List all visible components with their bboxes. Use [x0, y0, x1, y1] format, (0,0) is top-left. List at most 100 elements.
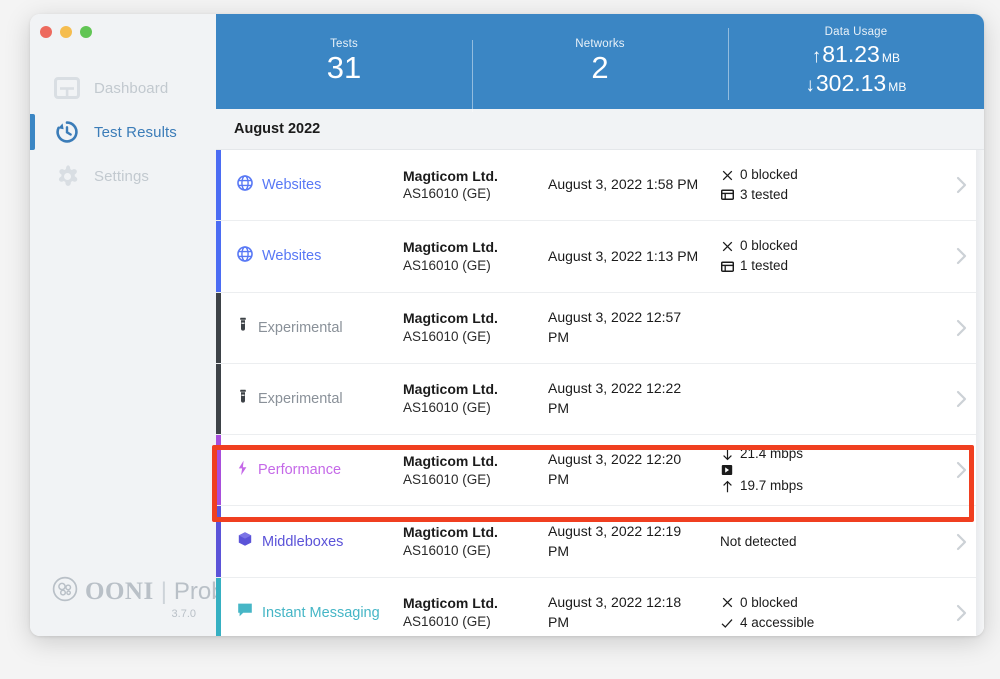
- cube-icon: [237, 531, 253, 552]
- minimize-button[interactable]: [60, 26, 72, 38]
- web-page-icon: [720, 189, 734, 201]
- dashboard-icon: [52, 73, 82, 103]
- result-meta-line: 4 accessible: [720, 613, 938, 633]
- brand-separator: |: [160, 577, 167, 605]
- check-icon: [720, 618, 734, 629]
- result-type-label: Experimental: [258, 319, 343, 336]
- network-asn: AS16010 (GE): [403, 329, 491, 345]
- globe-icon: [237, 174, 253, 196]
- table-row[interactable]: Experimental Magticom Ltd. AS16010 (GE) …: [216, 292, 984, 364]
- result-type: Experimental: [221, 317, 403, 338]
- result-meta-line: 0 blocked: [720, 236, 938, 256]
- upload-arrow-icon: [720, 480, 734, 493]
- download-arrow-icon: ↓: [805, 74, 815, 96]
- network-name: Magticom Ltd.: [403, 595, 498, 612]
- result-meta-line: 19.7 mbps: [720, 476, 938, 496]
- result-meta-line: 0 blocked: [720, 593, 938, 613]
- result-network: Magticom Ltd. AS16010 (GE): [403, 309, 548, 346]
- result-network: Magticom Ltd. AS16010 (GE): [403, 238, 548, 275]
- meta-text: Not detected: [720, 533, 797, 549]
- meta-text: 0 blocked: [740, 238, 798, 254]
- stat-value: 2: [591, 50, 609, 86]
- network-asn: AS16010 (GE): [403, 257, 491, 273]
- stat-data-usage: Data Usage ↑ 81.23 MB ↓ 302.13 MB: [728, 22, 984, 101]
- brand-name: OONI: [85, 577, 154, 605]
- sidebar: Dashboard Test Results Settings OONI | P…: [30, 14, 238, 636]
- result-network: Magticom Ltd. AS16010 (GE): [403, 167, 548, 204]
- globe-icon: [237, 246, 253, 267]
- result-meta-line: Not detected: [720, 532, 938, 552]
- network-name: Magticom Ltd.: [403, 167, 498, 184]
- vertical-scrollbar[interactable]: [976, 150, 984, 636]
- download-unit: MB: [888, 79, 907, 94]
- result-network: Magticom Ltd. AS16010 (GE): [403, 380, 548, 417]
- meta-text: 3 tested: [740, 187, 789, 203]
- gear-icon: [52, 161, 82, 191]
- download-value: 302.13: [815, 69, 887, 96]
- result-type-label: Experimental: [258, 391, 343, 408]
- result-summary: Not detected: [712, 532, 938, 552]
- test-tube-icon: [237, 317, 249, 338]
- test-results-list[interactable]: Websites Magticom Ltd. AS16010 (GE) Augu…: [216, 150, 984, 636]
- result-type-label: Websites: [262, 177, 322, 194]
- result-meta-line: 1 tested: [720, 256, 938, 276]
- cross-icon: [720, 170, 734, 181]
- meta-text: 19.7 mbps: [740, 478, 804, 494]
- result-network: Magticom Ltd. AS16010 (GE): [403, 594, 548, 631]
- cross-icon: [720, 597, 734, 608]
- download-arrow-icon: [720, 448, 734, 461]
- result-meta-line: 0 blocked: [720, 165, 938, 185]
- result-type: Websites: [221, 246, 403, 267]
- chat-bubble-icon: [237, 602, 253, 623]
- table-row[interactable]: Middleboxes Magticom Ltd. AS16010 (GE) A…: [216, 506, 984, 578]
- table-row[interactable]: Experimental Magticom Ltd. AS16010 (GE) …: [216, 363, 984, 436]
- result-summary: 0 blocked 1 tested: [712, 236, 938, 277]
- sidebar-item-dashboard[interactable]: Dashboard: [30, 66, 216, 110]
- data-usage-upload: ↑ 81.23 MB: [728, 40, 984, 68]
- result-type-label: Performance: [258, 462, 342, 479]
- result-date: August 3, 2022 12:18 PM: [548, 594, 682, 630]
- ooni-logo-icon: [52, 576, 78, 607]
- network-name: Magticom Ltd.: [403, 381, 498, 398]
- screenshot-stage: Dashboard Test Results Settings OONI | P…: [0, 0, 1000, 679]
- result-type: Experimental: [221, 389, 403, 410]
- result-summary: 0 blocked 3 tested: [712, 165, 938, 206]
- table-row[interactable]: Instant Messaging Magticom Ltd. AS16010 …: [216, 577, 984, 636]
- upload-unit: MB: [881, 51, 901, 66]
- meta-text: 4 accessible: [740, 614, 815, 630]
- network-asn: AS16010 (GE): [403, 614, 491, 630]
- network-asn: AS16010 (GE): [403, 400, 491, 416]
- result-type-label: Websites: [262, 248, 322, 265]
- table-row[interactable]: Performance Magticom Ltd. AS16010 (GE) A…: [216, 435, 984, 507]
- network-name: Magticom Ltd.: [403, 524, 498, 541]
- sidebar-item-label: Settings: [94, 167, 149, 185]
- test-tube-icon: [237, 389, 249, 410]
- network-name: Magticom Ltd.: [403, 238, 498, 255]
- meta-text: 0 blocked: [740, 166, 798, 182]
- maximize-button[interactable]: [80, 26, 92, 38]
- result-date: August 3, 2022 1:58 PM: [548, 176, 699, 193]
- table-row[interactable]: Websites Magticom Ltd. AS16010 (GE) Augu…: [216, 221, 984, 293]
- main-content: Tests 31 Networks 2 Data Usage ↑ 81.23 M…: [216, 14, 984, 636]
- result-date: August 3, 2022 12:19 PM: [548, 522, 682, 559]
- result-meta-line: 21.4 mbps: [720, 444, 938, 464]
- stat-label: Data Usage: [824, 26, 888, 39]
- sidebar-item-settings[interactable]: Settings: [30, 154, 216, 198]
- meta-text: 0 blocked: [740, 594, 798, 610]
- app-window: Dashboard Test Results Settings OONI | P…: [30, 14, 984, 636]
- result-type: Instant Messaging: [221, 602, 403, 623]
- meta-text: 21.4 mbps: [740, 446, 804, 462]
- close-button[interactable]: [40, 26, 52, 38]
- result-date: August 3, 2022 12:20 PM: [548, 451, 682, 488]
- app-version: 3.7.0: [171, 608, 196, 620]
- sidebar-item-test-results[interactable]: Test Results: [30, 110, 216, 154]
- brand-footer: OONI | Probe 3.7.0: [30, 576, 238, 620]
- window-controls: [40, 26, 92, 38]
- network-asn: AS16010 (GE): [403, 186, 491, 202]
- result-network: Magticom Ltd. AS16010 (GE): [403, 523, 548, 560]
- table-row[interactable]: Websites Magticom Ltd. AS16010 (GE) Augu…: [216, 150, 984, 222]
- lightning-bolt-icon: [237, 460, 249, 481]
- result-type-label: Middleboxes: [262, 533, 344, 550]
- video-icon: [720, 464, 734, 476]
- meta-text: 1 tested: [740, 258, 789, 274]
